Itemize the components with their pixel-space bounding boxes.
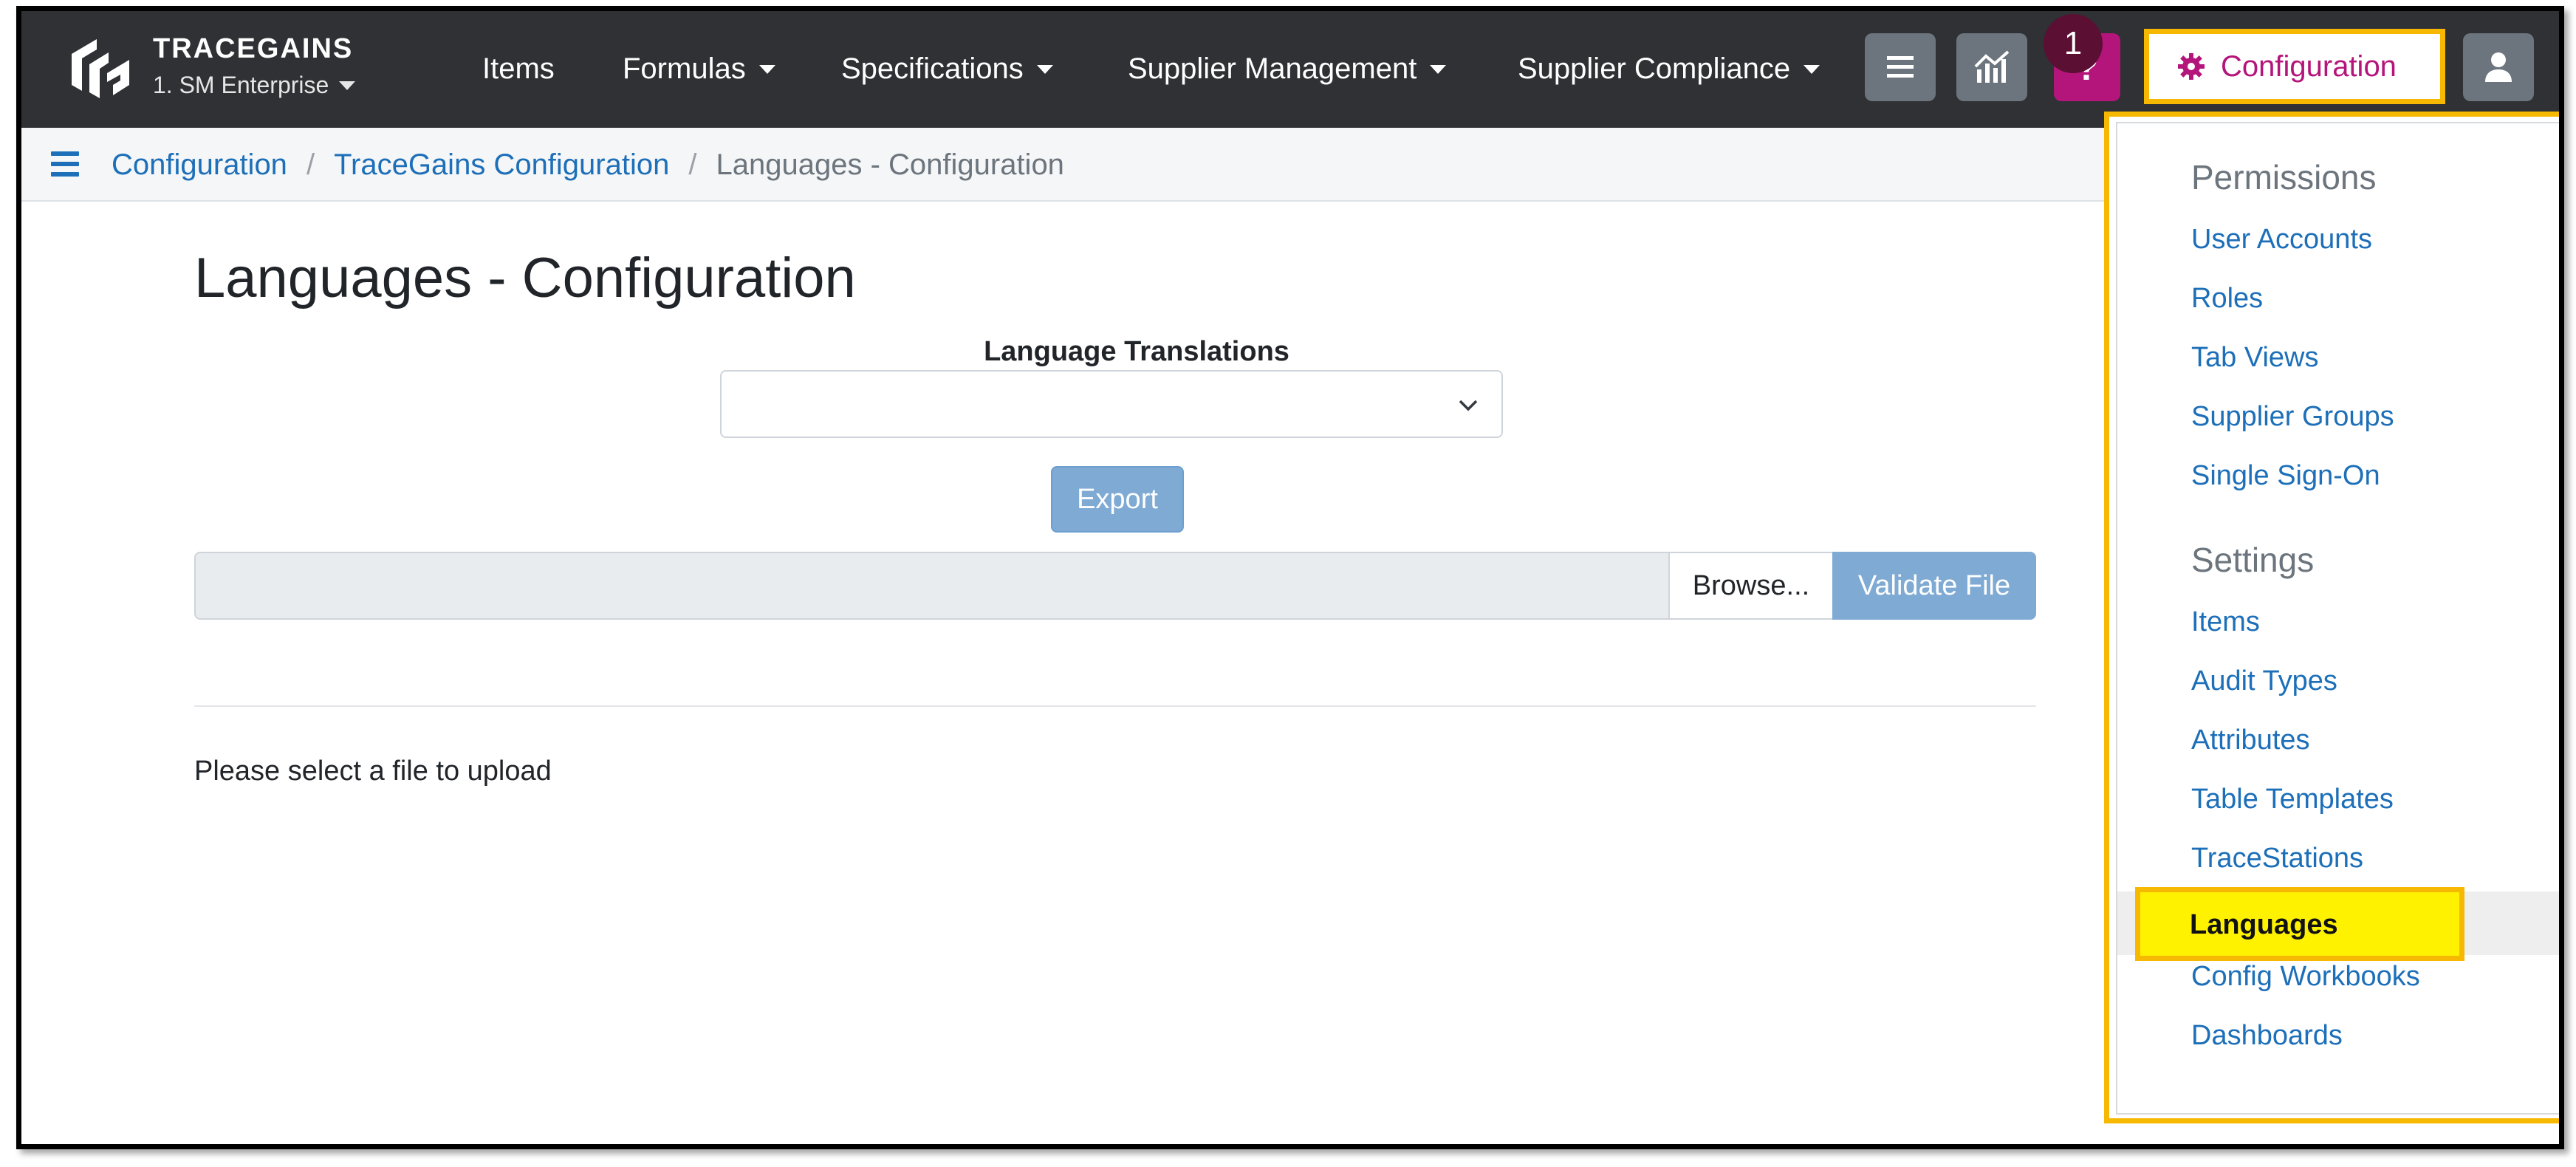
- tracegains-logo-icon[interactable]: [67, 32, 134, 101]
- chevron-down-icon: [1459, 400, 1478, 411]
- configuration-label: Configuration: [2221, 49, 2397, 83]
- caret-down-icon: [339, 81, 356, 90]
- caret-down-icon: [1036, 64, 1053, 74]
- nav-formulas[interactable]: Formulas: [623, 52, 775, 86]
- menu-item-tab-views[interactable]: Tab Views: [2191, 342, 2319, 374]
- nav-specifications[interactable]: Specifications: [841, 52, 1053, 86]
- org-switcher[interactable]: 1. SM Enterprise: [153, 72, 356, 99]
- app-window: TRACEGAINS 1. SM Enterprise Items Formul…: [16, 6, 2564, 1149]
- notification-badge[interactable]: 1: [2044, 14, 2103, 73]
- caret-down-icon: [758, 64, 775, 74]
- nav-items[interactable]: Items: [482, 52, 555, 86]
- menu-item-roles[interactable]: Roles: [2191, 283, 2263, 315]
- upload-message: Please select a file to upload: [194, 756, 552, 787]
- dropdown-header-settings: Settings: [2191, 541, 2315, 579]
- nav-items-label: Items: [482, 52, 555, 85]
- menu-item-supplier-groups[interactable]: Supplier Groups: [2191, 401, 2394, 433]
- menu-item-user-accounts[interactable]: User Accounts: [2191, 224, 2372, 256]
- menu-item-tracestations[interactable]: TraceStations: [2191, 843, 2363, 875]
- export-button[interactable]: Export: [1051, 466, 1184, 533]
- menu-item-table-templates[interactable]: Table Templates: [2191, 784, 2394, 815]
- breadcrumb-current: Languages - Configuration: [716, 148, 1064, 181]
- user-menu-button[interactable]: [2463, 33, 2534, 101]
- menu-item-audit-types[interactable]: Audit Types: [2191, 665, 2337, 697]
- menu-item-languages[interactable]: Languages: [2190, 909, 2338, 941]
- top-navbar: TRACEGAINS 1. SM Enterprise Items Formul…: [21, 11, 2559, 128]
- divider: [194, 705, 2036, 707]
- nav-formulas-label: Formulas: [623, 52, 746, 85]
- language-translations-select[interactable]: [720, 370, 1503, 438]
- nav-supplier-management[interactable]: Supplier Management: [1128, 52, 1447, 86]
- menu-item-single-sign-on[interactable]: Single Sign-On: [2191, 460, 2380, 492]
- language-translations-label: Language Translations: [984, 336, 1289, 367]
- menu-item-attributes[interactable]: Attributes: [2191, 725, 2310, 756]
- menu-item-dashboards[interactable]: Dashboards: [2191, 1020, 2343, 1052]
- breadcrumb-tracegains-configuration[interactable]: TraceGains Configuration: [334, 148, 669, 182]
- file-path-input[interactable]: [194, 552, 1670, 620]
- analytics-chart-icon: [1974, 50, 2010, 83]
- nav-supplier-compliance[interactable]: Supplier Compliance: [1518, 52, 1820, 86]
- breadcrumb-separator: /: [688, 148, 697, 181]
- list-menu-button[interactable]: [1865, 33, 1936, 101]
- configuration-dropdown: Permissions User Accounts Roles Tab View…: [2116, 122, 2559, 1115]
- menu-item-items[interactable]: Items: [2191, 606, 2260, 638]
- hamburger-menu-icon[interactable]: [51, 151, 79, 177]
- nav-supplier-management-label: Supplier Management: [1128, 52, 1417, 85]
- gear-icon: [2178, 53, 2205, 80]
- nav-specifications-label: Specifications: [841, 52, 1024, 85]
- breadcrumb: Configuration / TraceGains Configuration…: [112, 148, 1064, 182]
- dropdown-header-permissions: Permissions: [2191, 158, 2377, 196]
- breadcrumb-configuration[interactable]: Configuration: [112, 148, 287, 182]
- org-name: 1. SM Enterprise: [153, 72, 329, 98]
- brand-name: TRACEGAINS: [153, 33, 354, 64]
- list-icon: [1887, 56, 1914, 78]
- nav-supplier-compliance-label: Supplier Compliance: [1518, 52, 1791, 85]
- caret-down-icon: [1803, 64, 1820, 74]
- validate-file-button[interactable]: Validate File: [1832, 552, 2036, 620]
- page-title: Languages - Configuration: [194, 247, 856, 309]
- user-icon: [2485, 52, 2512, 82]
- breadcrumb-separator: /: [306, 148, 315, 181]
- browse-button[interactable]: Browse...: [1668, 552, 1834, 620]
- analytics-button[interactable]: [1956, 33, 2027, 101]
- menu-item-config-workbooks[interactable]: Config Workbooks: [2191, 961, 2420, 993]
- configuration-button[interactable]: Configuration: [2157, 39, 2432, 94]
- caret-down-icon: [1430, 64, 1447, 74]
